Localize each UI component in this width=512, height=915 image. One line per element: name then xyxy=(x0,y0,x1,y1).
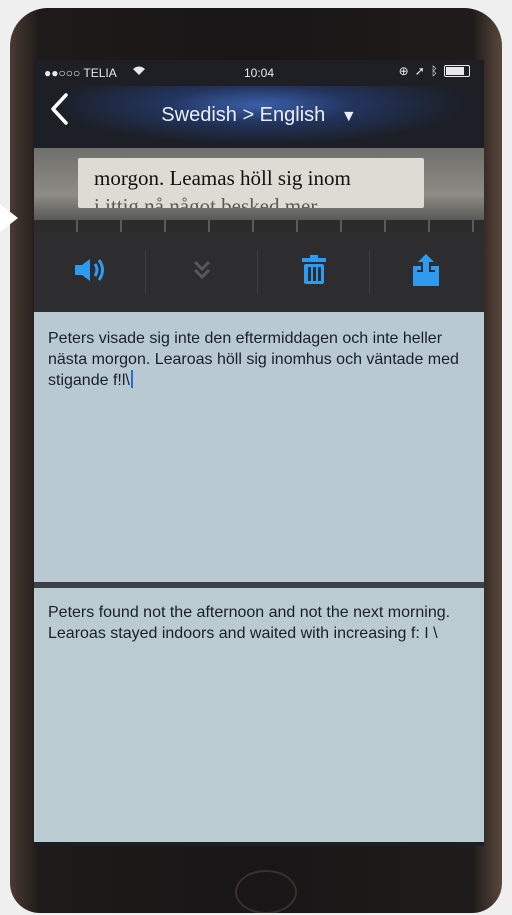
battery-icon xyxy=(444,65,470,77)
delete-button[interactable] xyxy=(258,232,370,312)
home-button[interactable] xyxy=(235,870,297,913)
collapse-button[interactable] xyxy=(146,232,258,312)
text-cursor xyxy=(130,370,133,388)
caret-down-icon: ▼ xyxy=(340,108,357,125)
scanned-text-strip: morgon. Leamas höll sig inom i ittig nå … xyxy=(78,158,424,208)
pointer-arrow-icon xyxy=(0,204,18,232)
source-text-field[interactable]: Peters visade sig inte den eftermiddagen… xyxy=(34,312,484,582)
share-icon xyxy=(411,253,441,291)
bluetooth-icon: ᛒ xyxy=(430,64,438,78)
action-toolbar xyxy=(34,232,484,312)
scanned-line-2: i ittig nå något besked mer xyxy=(94,194,318,208)
capture-ruler xyxy=(34,220,484,232)
speak-button[interactable] xyxy=(34,232,146,312)
chevron-double-down-icon xyxy=(191,259,213,286)
status-icons: ⊕ ➚ ᛒ xyxy=(399,64,470,78)
share-button[interactable] xyxy=(370,232,482,312)
language-selector[interactable]: Swedish > English ▼ xyxy=(34,104,484,127)
location-icon: ➚ xyxy=(414,64,425,78)
source-text: Peters visade sig inte den eftermiddagen… xyxy=(48,330,459,389)
app-screen: ●●○○○ TELIA 10:04 ⊕ ➚ ᛒ Swedish > Englis… xyxy=(34,60,484,846)
language-pair-label: Swedish > English xyxy=(161,104,326,126)
camera-preview[interactable]: morgon. Leamas höll sig inom i ittig nå … xyxy=(34,148,484,226)
status-bar: ●●○○○ TELIA 10:04 ⊕ ➚ ᛒ xyxy=(34,60,484,86)
translation-output: Peters found not the afternoon and not t… xyxy=(34,588,484,842)
trash-icon xyxy=(300,254,328,290)
translated-text: Peters found not the afternoon and not t… xyxy=(48,604,451,642)
nav-bar: Swedish > English ▼ xyxy=(34,86,484,148)
scanned-line-1: morgon. Leamas höll sig inom xyxy=(94,166,351,190)
speaker-icon xyxy=(73,257,107,288)
phone-frame: ●●○○○ TELIA 10:04 ⊕ ➚ ᛒ Swedish > Englis… xyxy=(10,8,502,913)
lock-rotation-icon: ⊕ xyxy=(398,64,409,78)
